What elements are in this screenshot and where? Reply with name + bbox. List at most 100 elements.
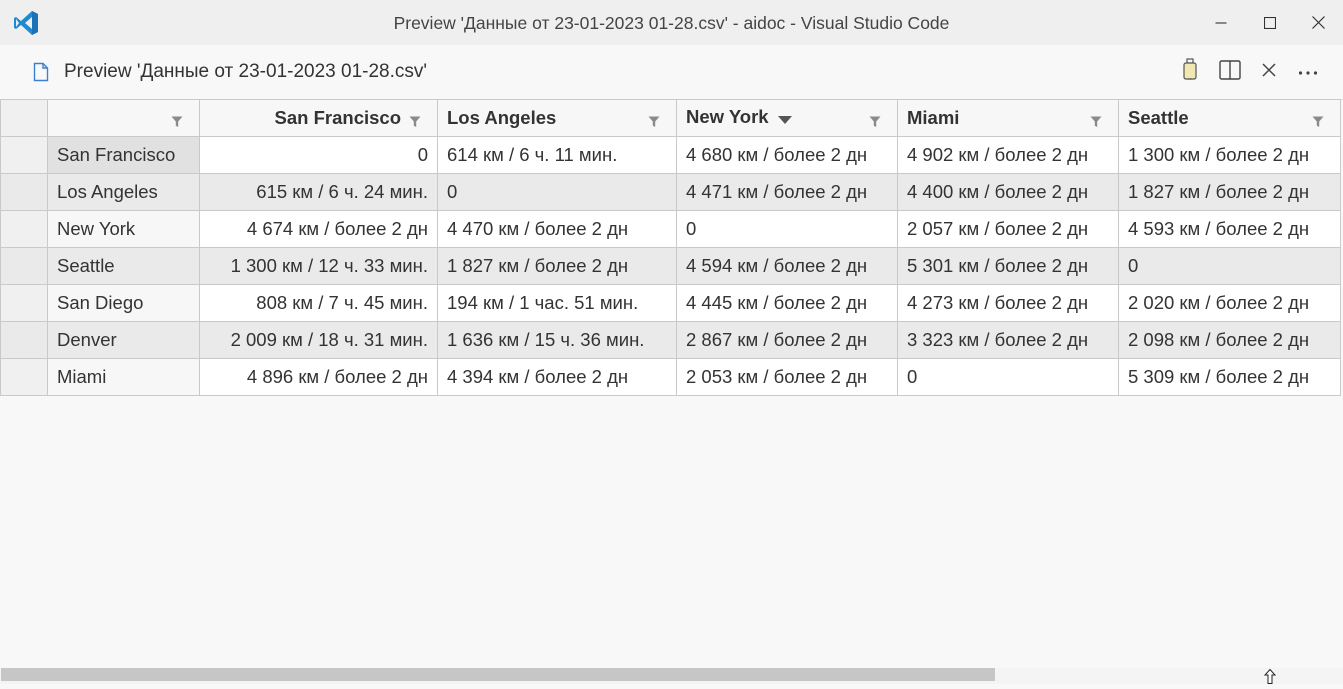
split-editor-icon	[1219, 59, 1241, 85]
sort-descending-icon	[777, 108, 792, 130]
device-icon	[1182, 57, 1198, 87]
table-row: New York 4 674 км / более 2 дн 4 470 км …	[0, 210, 1341, 248]
row-number-cell[interactable]	[0, 210, 48, 248]
column-header[interactable]	[47, 99, 200, 137]
split-editor-button[interactable]	[1215, 57, 1245, 87]
row-header-cell[interactable]: San Diego	[47, 284, 200, 322]
table-row: Seattle 1 300 км / 12 ч. 33 мин. 1 827 к…	[0, 247, 1341, 285]
table-cell[interactable]: 2 867 км / более 2 дн	[676, 321, 898, 359]
table-cell[interactable]: 4 896 км / более 2 дн	[199, 358, 438, 396]
csv-grid: San Francisco Los Angeles New York Miami	[0, 99, 1343, 396]
table-cell[interactable]: 5 309 км / более 2 дн	[1118, 358, 1341, 396]
column-header-label: San Francisco	[274, 107, 401, 128]
column-header-label: Los Angeles	[447, 107, 557, 128]
table-cell[interactable]: 2 020 км / более 2 дн	[1118, 284, 1341, 322]
column-header[interactable]: New York	[676, 99, 898, 137]
table-row: Miami 4 896 км / более 2 дн 4 394 км / б…	[0, 358, 1341, 396]
table-cell[interactable]: 3 323 км / более 2 дн	[897, 321, 1119, 359]
table-cell[interactable]: 4 273 км / более 2 дн	[897, 284, 1119, 322]
row-header-cell[interactable]: New York	[47, 210, 200, 248]
table-cell[interactable]: 4 400 км / более 2 дн	[897, 173, 1119, 211]
window-title: Preview 'Данные от 23-01-2023 01-28.csv'…	[393, 13, 950, 33]
title-bar: Preview 'Данные от 23-01-2023 01-28.csv'…	[0, 0, 1343, 45]
row-header-cell[interactable]: Miami	[47, 358, 200, 396]
table-cell[interactable]: 2 009 км / 18 ч. 31 мин.	[199, 321, 438, 359]
table-cell[interactable]: 4 394 км / более 2 дн	[437, 358, 677, 396]
table-cell[interactable]: 1 300 км / более 2 дн	[1118, 136, 1341, 174]
table-row: San Francisco 0 614 км / 6 ч. 11 мин. 4 …	[0, 136, 1341, 174]
table-cell[interactable]: 1 636 км / 15 ч. 36 мин.	[437, 321, 677, 359]
filter-icon[interactable]	[1090, 111, 1102, 133]
table-cell[interactable]: 4 680 км / более 2 дн	[676, 136, 898, 174]
column-header-label: Miami	[907, 107, 960, 128]
row-header-cell[interactable]: San Francisco	[47, 136, 200, 174]
table-cell[interactable]: 4 445 км / более 2 дн	[676, 284, 898, 322]
row-number-cell[interactable]	[0, 284, 48, 322]
table-cell[interactable]: 615 км / 6 ч. 24 мин.	[199, 173, 438, 211]
close-window-button[interactable]	[1294, 0, 1342, 45]
table-cell[interactable]: 5 301 км / более 2 дн	[897, 247, 1119, 285]
column-header-label: New York	[686, 106, 769, 128]
close-icon	[1311, 16, 1325, 29]
table-cell[interactable]: 0	[1118, 247, 1341, 285]
row-number-cell[interactable]	[0, 173, 48, 211]
filter-icon[interactable]	[869, 111, 881, 133]
table-row: Denver 2 009 км / 18 ч. 31 мин. 1 636 км…	[0, 321, 1341, 359]
table-row: San Diego 808 км / 7 ч. 45 мин. 194 км /…	[0, 284, 1341, 322]
table-cell[interactable]: 2 053 км / более 2 дн	[676, 358, 898, 396]
filter-icon[interactable]	[1312, 111, 1324, 133]
vscode-logo-icon[interactable]	[12, 9, 40, 37]
table-cell[interactable]: 4 674 км / более 2 дн	[199, 210, 438, 248]
corner-header-cell[interactable]	[0, 99, 48, 137]
table-cell[interactable]: 4 593 км / более 2 дн	[1118, 210, 1341, 248]
table-cell[interactable]: 194 км / 1 час. 51 мин.	[437, 284, 677, 322]
filter-icon[interactable]	[648, 111, 660, 133]
table-cell[interactable]: 0	[676, 210, 898, 248]
column-header[interactable]: Miami	[897, 99, 1119, 137]
more-actions-button[interactable]	[1293, 57, 1323, 87]
device-button[interactable]	[1175, 57, 1205, 87]
table-cell[interactable]: 614 км / 6 ч. 11 мин.	[437, 136, 677, 174]
table-cell[interactable]: 808 км / 7 ч. 45 мин.	[199, 284, 438, 322]
column-header-label: Seattle	[1128, 107, 1189, 128]
table-cell[interactable]: 2 098 км / более 2 дн	[1118, 321, 1341, 359]
horizontal-scrollbar-thumb[interactable]	[1, 668, 995, 681]
column-header[interactable]: San Francisco	[199, 99, 438, 137]
filter-icon[interactable]	[171, 111, 183, 133]
table-cell[interactable]: 4 471 км / более 2 дн	[676, 173, 898, 211]
tab-label[interactable]: Preview 'Данные от 23-01-2023 01-28.csv'	[64, 61, 427, 83]
more-actions-icon	[1298, 63, 1318, 81]
table-cell[interactable]: 1 300 км / 12 ч. 33 мин.	[199, 247, 438, 285]
minimize-button[interactable]	[1197, 0, 1245, 45]
column-header[interactable]: Los Angeles	[437, 99, 677, 137]
table-cell[interactable]: 1 827 км / более 2 дн	[1118, 173, 1341, 211]
table-cell[interactable]: 4 470 км / более 2 дн	[437, 210, 677, 248]
column-header[interactable]: Seattle	[1118, 99, 1341, 137]
filter-icon[interactable]	[409, 111, 421, 133]
minimize-icon	[1215, 17, 1227, 29]
row-number-cell[interactable]	[0, 321, 48, 359]
table-cell[interactable]: 0	[897, 358, 1119, 396]
row-header-cell[interactable]: Los Angeles	[47, 173, 200, 211]
close-icon	[1262, 62, 1276, 82]
table-cell[interactable]: 0	[437, 173, 677, 211]
header-row: San Francisco Los Angeles New York Miami	[0, 99, 1341, 137]
table-cell[interactable]: 4 902 км / более 2 дн	[897, 136, 1119, 174]
table-cell[interactable]: 2 057 км / более 2 дн	[897, 210, 1119, 248]
table-row: Los Angeles 615 км / 6 ч. 24 мин. 0 4 47…	[0, 173, 1341, 211]
close-editor-button[interactable]	[1254, 57, 1284, 87]
data-table: San Francisco Los Angeles New York Miami	[0, 99, 1341, 396]
row-header-cell[interactable]: Denver	[47, 321, 200, 359]
maximize-button[interactable]	[1246, 0, 1294, 45]
table-cell[interactable]: 0	[199, 136, 438, 174]
maximize-icon	[1264, 16, 1276, 29]
row-number-cell[interactable]	[0, 136, 48, 174]
row-number-cell[interactable]	[0, 358, 48, 396]
file-icon	[33, 62, 49, 87]
table-cell[interactable]: 1 827 км / более 2 дн	[437, 247, 677, 285]
editor-tab-bar: Preview 'Данные от 23-01-2023 01-28.csv'	[0, 45, 1343, 100]
row-header-cell[interactable]: Seattle	[47, 247, 200, 285]
row-number-cell[interactable]	[0, 247, 48, 285]
table-cell[interactable]: 4 594 км / более 2 дн	[676, 247, 898, 285]
mouse-cursor-icon	[1263, 668, 1277, 689]
